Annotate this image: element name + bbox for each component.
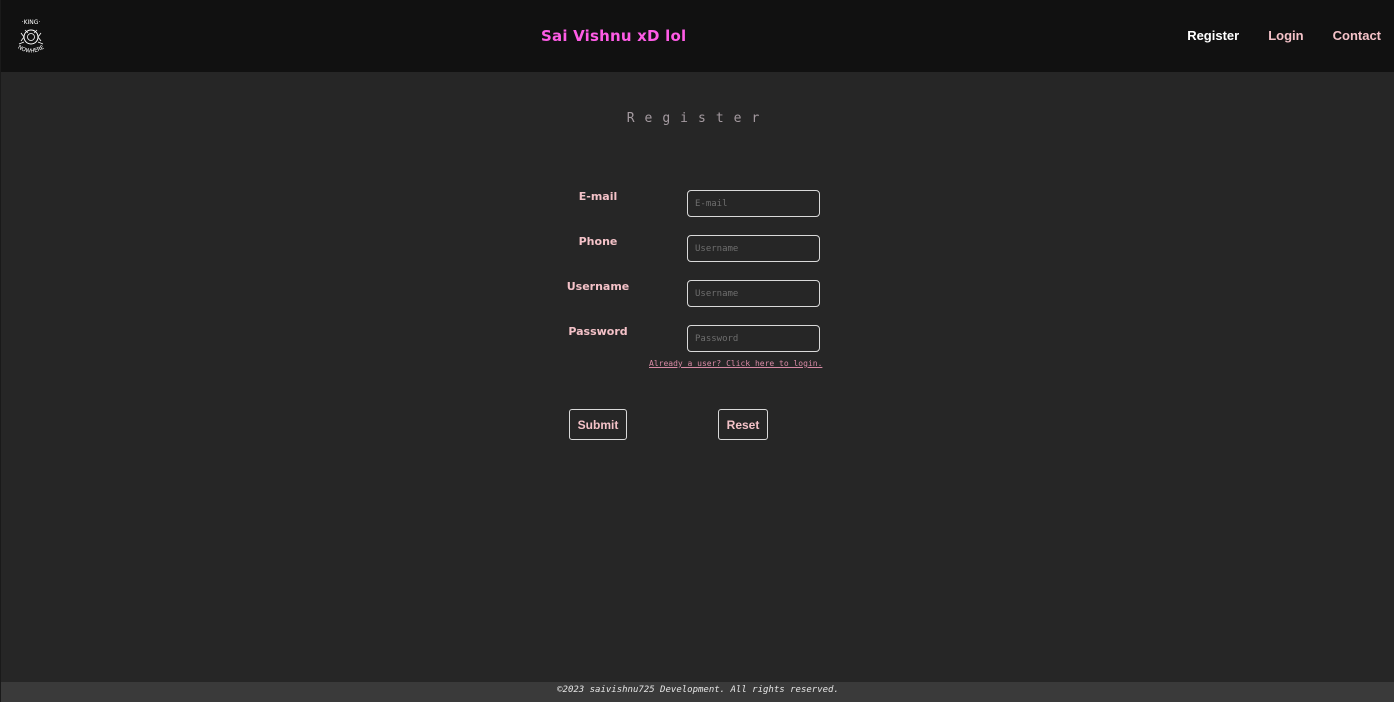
nav-login-link[interactable]: Login [1268, 28, 1303, 43]
reset-button[interactable]: Reset [718, 409, 768, 440]
already-user-login-link[interactable]: Already a user? Click here to login. [649, 359, 822, 368]
username-label: Username [566, 280, 630, 293]
phone-input[interactable] [687, 235, 820, 262]
footer-copyright: ©2023 saivishnu725 Development. All righ… [1, 682, 1394, 702]
navbar: ·KING· NOWHERE Sai Vishnu xD lol Registe… [1, 0, 1394, 72]
email-input[interactable] [687, 190, 820, 217]
register-heading: Register [626, 111, 770, 126]
password-input[interactable] [687, 325, 820, 352]
submit-button[interactable]: Submit [569, 409, 627, 440]
phone-label: Phone [578, 235, 618, 248]
logo-top-text: ·KING· [22, 19, 41, 26]
username-input[interactable] [687, 280, 820, 307]
password-label: Password [568, 325, 628, 338]
email-label: E-mail [578, 190, 618, 203]
logo-bottom-text: NOWHERE [17, 44, 46, 54]
nav-register-link[interactable]: Register [1187, 28, 1239, 43]
nav-links: Register Login Contact [1187, 28, 1381, 43]
crown-rose-icon: ·KING· NOWHERE [17, 19, 46, 55]
site-title: Sai Vishnu xD lol [541, 27, 687, 45]
king-nowhere-logo[interactable]: ·KING· NOWHERE [9, 16, 53, 60]
page: ·KING· NOWHERE Sai Vishnu xD lol Registe… [0, 0, 1394, 702]
nav-contact-link[interactable]: Contact [1333, 28, 1381, 43]
